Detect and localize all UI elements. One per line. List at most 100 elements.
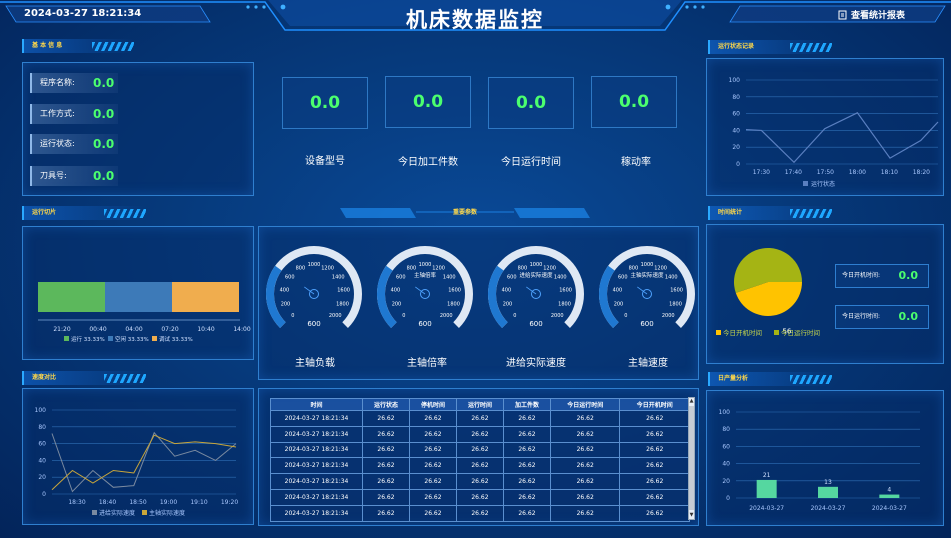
table-cell: 26.62 [549, 457, 621, 475]
gauge-tick: 1600 [670, 287, 683, 293]
gauge-tick: 0 [624, 313, 627, 319]
gauge-value: 600 [418, 320, 431, 328]
table-cell: 26.62 [502, 488, 551, 506]
section-time-stats: 时间统计 [708, 206, 832, 220]
run-log-ytick: 20 [732, 144, 740, 151]
table-cell: 26.62 [408, 488, 457, 506]
table-cell: 26.62 [362, 473, 410, 490]
run-log-ytick: 60 [732, 111, 740, 118]
gauge-tick: 1400 [332, 274, 345, 280]
gauge-fill [488, 265, 508, 328]
gauge-tick: 1400 [665, 274, 678, 280]
output-ytick: 0 [726, 495, 730, 502]
table-cell: 26.62 [455, 425, 504, 443]
table-cell: 26.62 [455, 410, 504, 427]
table-cell: 2024-03-27 18:21:34 [270, 504, 363, 522]
gauge-tick: 1000 [419, 262, 432, 268]
gauge-tick: 1400 [554, 274, 567, 280]
gauge-fill [266, 265, 286, 328]
table-row[interactable]: 2024-03-27 18:21:34 26.62 26.62 26.62 26.62 2… [270, 441, 690, 459]
table-row[interactable]: 2024-03-27 18:21:34 26.62 26.62 26.62 26.62 2… [270, 504, 690, 522]
section-daily-output-label: 日产量分析 [718, 375, 749, 382]
boot-time-label: 今日开机时间: [842, 272, 881, 279]
header-datetime: 2024-03-27 18:21:34 [24, 8, 142, 19]
table-cell: 2024-03-27 18:21:34 [270, 410, 363, 427]
table-cell: 26.62 [549, 441, 621, 459]
table-cell: 26.62 [362, 488, 410, 506]
run-log-ytick: 80 [732, 94, 740, 101]
scroll-up-icon[interactable]: ▲ [689, 398, 694, 405]
speed-xtick: 19:20 [221, 499, 238, 506]
gauge-label-spindle-load: 主轴负载 [295, 358, 335, 369]
boot-time-value: 0.0 [898, 269, 919, 282]
run-slice-xtick: 04:00 [125, 326, 142, 333]
speed-xtick: 18:30 [68, 499, 85, 506]
table-cell: 26.62 [455, 488, 504, 506]
run-log-xtick: 18:00 [849, 169, 866, 176]
gauge-tick: 2000 [662, 313, 675, 319]
table-header-cell: 停机时间 [408, 398, 457, 411]
run-slice-bar [105, 282, 172, 312]
table-row[interactable]: 2024-03-27 18:21:34 26.62 26.62 26.62 26.62 2… [270, 410, 690, 427]
run-slice-legend-swatch [64, 336, 69, 341]
scroll-down-icon[interactable]: ▼ [689, 512, 694, 519]
run-slice-legend-label: 空闲 33.33% [115, 335, 149, 343]
table-cell: 26.62 [619, 457, 690, 475]
run-log-xtick: 17:30 [753, 169, 770, 176]
output-bar-label: 21 [763, 472, 771, 479]
daily-output-chart: 0 20 40 60 80 100 21 13 4 2024-03-27 2024-03-27 202… [719, 409, 920, 512]
boot-time-box: 今日开机时间: 0.0 [835, 264, 929, 288]
run-time-value: 0.0 [898, 310, 919, 323]
gauge-tick: 0 [291, 313, 294, 319]
kpi-utilization-value: 0.0 [591, 76, 677, 128]
info-value-run-state: 0.0 [93, 137, 115, 151]
output-xtick: 2024-03-27 [749, 505, 784, 512]
table-cell: 26.62 [502, 504, 551, 522]
scroll-thumb[interactable] [689, 406, 694, 510]
gauge-tick: 200 [503, 301, 513, 307]
table-row[interactable]: 2024-03-27 18:21:34 26.62 26.62 26.62 26.62 2… [270, 488, 690, 506]
table-header-cell: 运行状态 [362, 398, 410, 411]
table-cell: 26.62 [502, 441, 551, 459]
run-log-xtick: 18:20 [913, 169, 930, 176]
speed-xtick: 19:00 [160, 499, 177, 506]
table-row[interactable]: 2024-03-27 18:21:34 26.62 26.62 26.62 26.62 2… [270, 425, 690, 443]
output-bar [756, 479, 777, 498]
section-run-slice-label: 运行切片 [32, 209, 57, 216]
kpi-device-model-value: 0.0 [282, 77, 368, 129]
section-time-stats-label: 时间统计 [718, 209, 743, 216]
gauge-tick: 2000 [440, 313, 453, 319]
table-cell: 26.62 [549, 473, 621, 490]
run-slice-legend-label: 调试 33.33% [159, 335, 193, 343]
run-slice-xtick: 14:00 [233, 326, 250, 333]
gauge-tick: 600 [507, 274, 517, 280]
run-slice-legend-swatch [108, 336, 113, 341]
table-row[interactable]: 2024-03-27 18:21:34 26.62 26.62 26.62 26.62 2… [270, 457, 690, 475]
table-cell: 26.62 [549, 504, 621, 522]
gauge-tick: 1000 [641, 262, 654, 268]
table-scrollbar[interactable]: ▲ ▼ [688, 397, 695, 520]
kpi-today-parts-value: 0.0 [385, 76, 471, 128]
data-table: 时间 运行状态 停机时间 运行时间 加工件数 今日运行时间 今日开机时间 2024-03-2… [270, 398, 690, 522]
pie-legend-label: 今日运行时间 [781, 328, 820, 337]
gauge-tick: 1800 [447, 301, 460, 307]
pie-legend-swatch [774, 330, 779, 335]
info-value-program: 0.0 [93, 76, 115, 90]
gauge-tick: 600 [396, 274, 406, 280]
output-ytick: 40 [722, 461, 730, 468]
table-header-cell: 运行时间 [455, 398, 504, 411]
gauge-tick: 1800 [336, 301, 349, 307]
table-header-row: 时间 运行状态 停机时间 运行时间 加工件数 今日运行时间 今日开机时间 [270, 398, 690, 411]
run-time-label: 今日运行时间: [842, 313, 881, 320]
table-cell: 26.62 [502, 457, 551, 475]
report-button[interactable]: 查看统计报表 [838, 8, 905, 21]
gauge-tick: 1200 [321, 265, 334, 271]
time-stats-pie: 5669今日开机时间今日运行时间 [716, 248, 820, 337]
table-cell: 26.62 [619, 425, 690, 443]
speed-legend-label: 主轴实际速度 [149, 509, 185, 517]
table-row[interactable]: 2024-03-27 18:21:34 26.62 26.62 26.62 26.62 2… [270, 473, 690, 490]
gauge-tick: 1400 [443, 274, 456, 280]
speed-xtick: 18:50 [129, 499, 146, 506]
speed-ytick: 0 [42, 491, 46, 498]
table-cell: 26.62 [455, 457, 504, 475]
